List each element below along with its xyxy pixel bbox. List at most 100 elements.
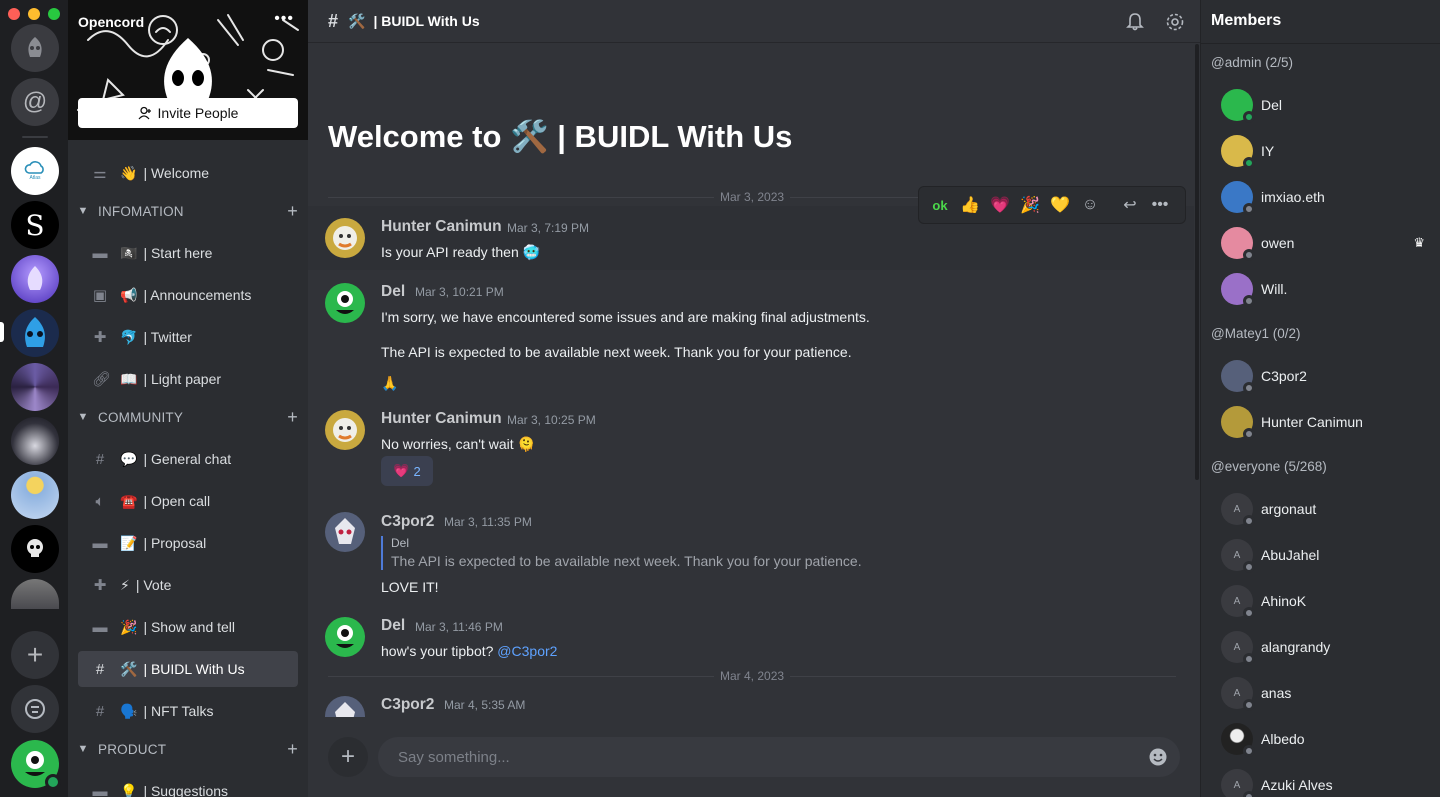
message-author[interactable]: C3por2 [381, 696, 434, 714]
channel-open-call[interactable]: 🔈︎ ☎️ | Open call [78, 483, 298, 519]
avatar[interactable] [325, 696, 365, 717]
avatar[interactable] [325, 283, 365, 323]
user-mention[interactable]: @C3por2 [497, 643, 557, 659]
channel-start-here[interactable]: ▬ 🏴‍☠️ | Start here [78, 235, 298, 271]
bell-icon[interactable] [1125, 12, 1145, 32]
quoted-reply[interactable]: Del The API is expected to be available … [381, 536, 881, 570]
channel-vote[interactable]: ✚ ⚡ | Vote [78, 567, 298, 603]
member-imxiao[interactable]: imxiao.eth [1221, 177, 1431, 217]
online-status-dot [1243, 157, 1255, 169]
message-timestamp: Mar 3, 11:35 PM [444, 515, 532, 529]
reply-icon[interactable]: ↩ [1119, 195, 1141, 215]
avatar[interactable] [325, 617, 365, 657]
server-s[interactable]: S [11, 201, 59, 249]
add-channel-icon[interactable]: + [287, 407, 298, 428]
heart-reaction-button[interactable]: 💗 [989, 195, 1011, 215]
member-owen[interactable]: owen ♛ [1221, 223, 1431, 263]
channel-show-and-tell[interactable]: ▬ 🎉 | Show and tell [78, 609, 298, 645]
server-club[interactable] [11, 525, 59, 573]
offline-status-dot [1243, 745, 1255, 757]
member-del[interactable]: Del [1221, 85, 1431, 125]
channel-header: # 🛠️ | BUIDL With Us [308, 0, 1200, 43]
more-options-icon[interactable]: ••• [1149, 196, 1171, 214]
minimize-window-button[interactable] [28, 8, 40, 20]
chat-scrollbar[interactable] [1195, 44, 1199, 480]
category-community[interactable]: ▼ COMMUNITY + [68, 405, 308, 429]
channel-label: | Welcome [143, 165, 210, 181]
channel-emoji: 🛠️ [120, 660, 138, 677]
explore-servers-icon[interactable] [11, 685, 59, 733]
add-channel-icon[interactable]: + [287, 201, 298, 222]
member-c3por2[interactable]: C3por2 [1221, 356, 1431, 396]
channel-label: | Open call [143, 493, 211, 509]
add-reaction-icon[interactable]: ☺ [1079, 196, 1101, 214]
server-planet[interactable] [11, 579, 59, 609]
member-name: AhinoK [1261, 593, 1307, 609]
server-name[interactable]: Opencord [78, 14, 144, 30]
yellow-heart-reaction-button[interactable]: 💛 [1049, 195, 1071, 215]
member-hunter-canimun[interactable]: Hunter Canimun [1221, 402, 1431, 442]
server-more-icon[interactable]: ••• [274, 10, 294, 28]
member-alangrandy[interactable]: A alangrandy [1221, 627, 1431, 667]
avatar[interactable] [325, 512, 365, 552]
channel-welcome[interactable]: ⚌ 👋 | Welcome [78, 155, 298, 191]
party-reaction-button[interactable]: 🎉 [1019, 195, 1041, 215]
add-channel-icon[interactable]: + [287, 739, 298, 760]
server-opencord[interactable] [11, 309, 59, 357]
category-product[interactable]: ▼ PRODUCT + [68, 737, 308, 761]
thumbs-up-reaction-button[interactable]: 👍 [959, 195, 981, 215]
avatar [1221, 406, 1255, 440]
channel-emoji: 💡 [120, 782, 138, 797]
message-author[interactable]: Del [381, 617, 405, 635]
server-pirate[interactable] [11, 417, 59, 465]
heart-reaction-chip[interactable]: 💗 2 [381, 456, 433, 486]
avatar[interactable] [325, 410, 365, 450]
member-ahinok[interactable]: A AhinoK [1221, 581, 1431, 621]
gear-icon[interactable] [1165, 12, 1185, 32]
server-art[interactable] [11, 363, 59, 411]
forum-icon: ▬ [92, 782, 108, 797]
invite-people-button[interactable]: Invite People [78, 98, 298, 128]
add-server-icon[interactable]: + [11, 631, 59, 679]
channel-announcements[interactable]: ▣ 📢 | Announcements [78, 277, 298, 313]
member-anas[interactable]: A anas [1221, 673, 1431, 713]
channel-suggestions[interactable]: ▬ 💡 | Suggestions [78, 773, 298, 797]
member-will[interactable]: Will. [1221, 269, 1431, 309]
message-author[interactable]: Del [381, 283, 405, 301]
avatar [1221, 135, 1255, 169]
channel-proposal[interactable]: ▬ 📝 | Proposal [78, 525, 298, 561]
channel-emoji: 📖 [120, 370, 138, 387]
message-text: I'm sorry, we have encountered some issu… [381, 309, 870, 325]
member-abujahel[interactable]: A AbuJahel [1221, 535, 1431, 575]
member-albedo[interactable]: Albedo [1221, 719, 1431, 759]
channel-twitter[interactable]: ✚ 🐬 | Twitter [78, 319, 298, 355]
channel-nft-talks[interactable]: # 🗣️ | NFT Talks [78, 693, 298, 729]
message-author[interactable]: Hunter Canimun [381, 410, 502, 428]
default-avatar: A [1221, 539, 1255, 573]
message-author[interactable]: C3por2 [381, 513, 434, 531]
member-azuki-alves[interactable]: A Azuki Alves [1221, 765, 1431, 797]
member-argonaut[interactable]: A argonaut [1221, 489, 1431, 529]
channel-light-paper[interactable]: 🔗︎ 📖 | Light paper [78, 361, 298, 397]
server-lollipop[interactable] [11, 471, 59, 519]
avatar[interactable] [325, 218, 365, 258]
server-atlas[interactable]: Atlas [11, 147, 59, 195]
members-header-divider [1201, 43, 1440, 44]
message-input[interactable] [398, 747, 1098, 767]
member-iy[interactable]: IY [1221, 131, 1431, 171]
mentions-icon[interactable]: @ [11, 78, 59, 126]
home-logo-icon[interactable] [11, 24, 59, 72]
emoji-picker-icon[interactable] [1148, 747, 1168, 767]
role-header: @everyone (5/268) [1211, 459, 1327, 474]
attach-plus-button[interactable]: + [328, 737, 368, 777]
message-author[interactable]: Hunter Canimun [381, 218, 502, 236]
members-title: Members [1211, 12, 1282, 29]
user-avatar[interactable] [11, 740, 61, 790]
ok-reaction-button[interactable]: ok [929, 198, 951, 213]
server-purple-flame[interactable] [11, 255, 59, 303]
close-window-button[interactable] [8, 8, 20, 20]
maximize-window-button[interactable] [48, 8, 60, 20]
category-infomation[interactable]: ▼ INFOMATION + [68, 199, 308, 223]
channel-buidl-with-us[interactable]: # 🛠️ | BUIDL With Us [78, 651, 298, 687]
channel-general-chat[interactable]: # 💬 | General chat [78, 441, 298, 477]
